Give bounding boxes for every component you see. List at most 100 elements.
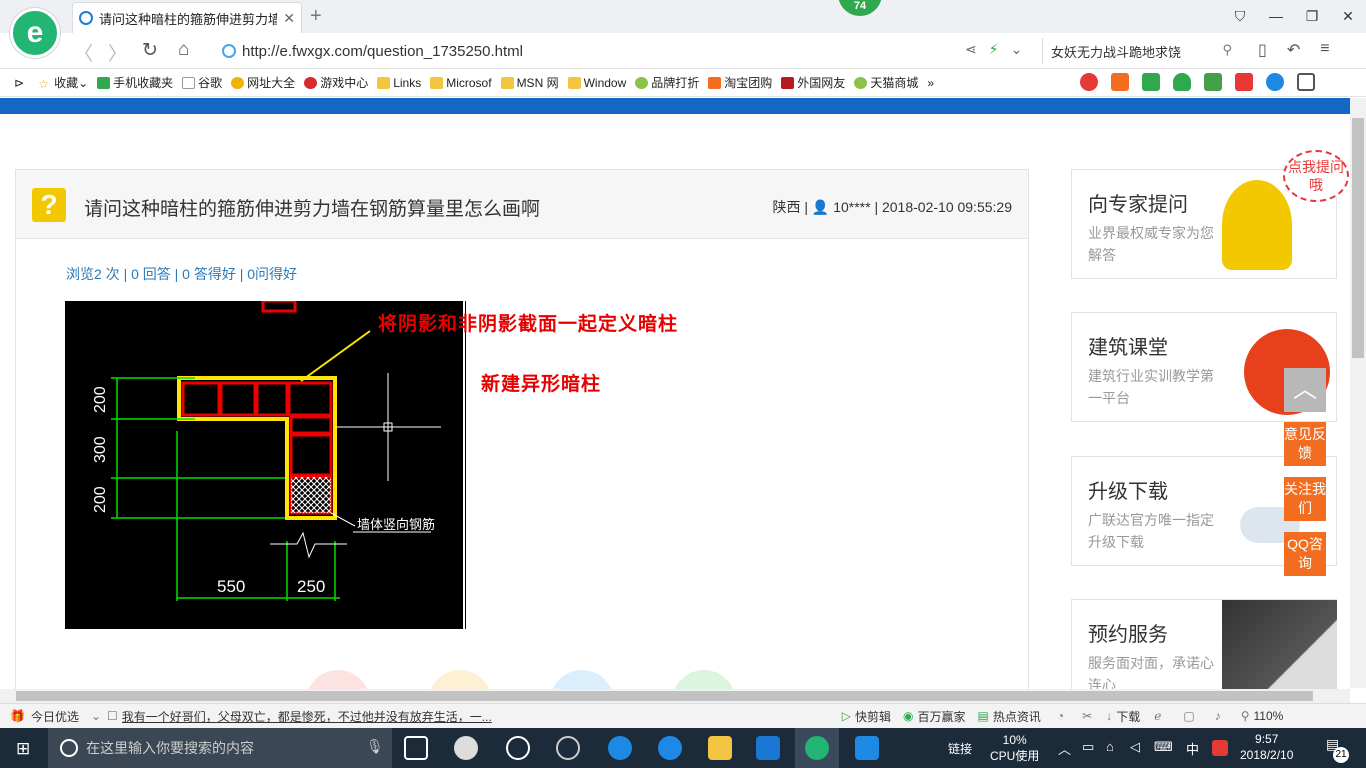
url-field[interactable]: http://e.fwxgx.com/question_1735250.html: [222, 38, 1032, 64]
cpu-meter[interactable]: 10% CPU使用: [990, 732, 1039, 764]
sidebar-card-service[interactable]: 预约服务 服务面对面，承诺心连心: [1071, 599, 1337, 689]
file-explorer-icon[interactable]: [708, 736, 732, 760]
tools-icon[interactable]: ✂: [1082, 709, 1092, 723]
ime-indicator[interactable]: 中: [1186, 739, 1199, 758]
bookmark-item[interactable]: 品牌打折: [635, 74, 699, 91]
battery-icon[interactable]: ▭: [1082, 739, 1094, 755]
search-icon[interactable]: ⚲: [1222, 42, 1232, 58]
menu-icon[interactable]: ≡: [1320, 40, 1329, 60]
checkbox-icon[interactable]: ☐: [107, 709, 118, 723]
sidebar-toggle-icon[interactable]: ⊳: [14, 76, 24, 90]
bookmark-item[interactable]: 淘宝团购: [708, 74, 772, 91]
microphone-icon[interactable]: 🎙: [366, 738, 384, 755]
grid-icon[interactable]: [1297, 73, 1315, 91]
ie-icon[interactable]: [658, 736, 682, 760]
scroll-thumb[interactable]: [16, 691, 1313, 701]
star-icon: ☆: [38, 76, 49, 91]
bookmark-item[interactable]: ☆ 收藏 ⌄: [38, 74, 88, 91]
app-icon[interactable]: [855, 736, 879, 760]
taskbar-search[interactable]: 在这里输入你要搜索的内容 🎙: [48, 728, 392, 768]
more-bookmarks-icon[interactable]: »: [927, 76, 934, 90]
bookmark-item[interactable]: Links: [377, 76, 421, 90]
ask-bubble[interactable]: 点我提问哦: [1283, 150, 1349, 202]
zoom-level[interactable]: 110%: [1253, 709, 1283, 723]
bookmark-item[interactable]: 天猫商城: [854, 74, 918, 91]
ie-icon[interactable]: ℯ: [1154, 709, 1161, 723]
app-icon[interactable]: [556, 736, 580, 760]
shirt-icon[interactable]: ⛉: [1222, 0, 1258, 32]
news-ticker[interactable]: 我有一个好哥们，父母双亡，都是惨死，不过他并没有放弃生活，一...: [122, 708, 502, 725]
browser-tab[interactable]: 请问这种暗柱的箍筋伸进剪力墙在 ✕: [72, 2, 302, 33]
scroll-thumb[interactable]: [1352, 118, 1364, 358]
tray-chevron-icon[interactable]: ︿: [1058, 739, 1071, 758]
home-icon[interactable]: ⌂: [178, 39, 189, 61]
taskbar-link[interactable]: 链接: [948, 740, 972, 757]
bookmark-item[interactable]: 手机收藏夹: [97, 74, 173, 91]
search-icon[interactable]: [1266, 73, 1284, 91]
minimize-icon[interactable]: —: [1258, 0, 1294, 32]
url-text: http://e.fwxgx.com/question_1735250.html: [242, 42, 524, 60]
lightning-icon[interactable]: ⚡: [989, 41, 999, 58]
extension-icon[interactable]: [1080, 73, 1098, 91]
horizontal-scrollbar[interactable]: [0, 689, 1350, 703]
new-tab-icon[interactable]: +: [310, 5, 322, 28]
bookmark-item[interactable]: Window: [567, 76, 626, 90]
sogou-icon[interactable]: [1212, 740, 1228, 756]
translate-icon[interactable]: [1204, 73, 1222, 91]
keyboard-icon[interactable]: ⌨: [1154, 739, 1173, 755]
windows-start-icon[interactable]: ⊞: [16, 739, 30, 759]
close-window-icon[interactable]: ✕: [1330, 0, 1366, 32]
glodon-icon[interactable]: [756, 736, 780, 760]
discount-icon[interactable]: [1111, 73, 1129, 91]
bookmark-item[interactable]: 外国网友: [781, 74, 845, 91]
share-icon[interactable]: ⋖: [965, 41, 977, 58]
action-circle[interactable]: [672, 670, 736, 689]
back-icon[interactable]: 〈: [74, 39, 93, 66]
bookmark-item[interactable]: MSN 网: [500, 74, 559, 91]
vertical-scrollbar[interactable]: [1350, 98, 1366, 688]
window-icon[interactable]: ▢: [1183, 709, 1194, 723]
shield-icon[interactable]: [1173, 73, 1191, 91]
task-view-icon[interactable]: [404, 736, 428, 760]
chevron-down-icon[interactable]: ⌄: [91, 709, 101, 723]
close-tab-icon[interactable]: ✕: [283, 10, 295, 27]
action-circle[interactable]: [428, 670, 492, 689]
today-picks[interactable]: 今日优选: [31, 708, 79, 725]
undo-icon[interactable]: ↶: [1287, 40, 1300, 60]
phone-icon[interactable]: ▯: [1258, 40, 1267, 60]
ie-icon[interactable]: [506, 736, 530, 760]
zoom-icon[interactable]: ⚲: [1241, 709, 1250, 723]
status-item[interactable]: 下载: [1116, 708, 1140, 725]
refresh-icon[interactable]: ↻: [142, 39, 158, 62]
app-icon[interactable]: [454, 736, 478, 760]
edge-icon[interactable]: [608, 736, 632, 760]
sound-icon[interactable]: ♪: [1215, 709, 1221, 723]
notification-badge[interactable]: 74: [838, 0, 882, 16]
bookmark-item[interactable]: 网址大全: [231, 74, 295, 91]
status-item[interactable]: 热点资讯: [993, 708, 1041, 725]
status-item[interactable]: 百万赢家: [918, 708, 966, 725]
status-item[interactable]: 快剪辑: [855, 708, 891, 725]
bookmark-item[interactable]: Microsof: [430, 76, 492, 90]
browser-logo-icon[interactable]: e: [10, 8, 60, 58]
chevron-down-icon[interactable]: ⌄: [1011, 41, 1023, 58]
restore-icon[interactable]: ❐: [1294, 0, 1330, 32]
action-circle[interactable]: [306, 670, 370, 689]
feedback-button[interactable]: 意见反馈: [1284, 422, 1326, 466]
volume-icon[interactable]: ◁: [1130, 739, 1140, 755]
follow-button[interactable]: 关注我们: [1284, 477, 1326, 521]
search-input[interactable]: 女妖无力战斗跪地求饶 ⚲: [1042, 38, 1242, 64]
scissors-icon[interactable]: [1235, 73, 1253, 91]
speed-icon[interactable]: ◔: [1057, 709, 1064, 723]
action-circle[interactable]: [550, 670, 614, 689]
network-icon[interactable]: ⌂: [1106, 739, 1114, 754]
page-content: ? 请问这种暗柱的箍筋伸进剪力墙在钢筋算量里怎么画啊 陕西 | 👤 10****…: [0, 114, 1350, 689]
clock[interactable]: 9:57 2018/2/10: [1240, 731, 1293, 763]
forward-icon[interactable]: 〉: [108, 39, 127, 66]
bookmark-item[interactable]: 谷歌: [182, 74, 222, 91]
browser-icon[interactable]: [805, 736, 829, 760]
back-to-top-button[interactable]: ︿: [1284, 368, 1326, 412]
book-icon[interactable]: [1142, 73, 1160, 91]
bookmark-item[interactable]: 游戏中心: [304, 74, 368, 91]
qq-button[interactable]: QQ咨询: [1284, 532, 1326, 576]
